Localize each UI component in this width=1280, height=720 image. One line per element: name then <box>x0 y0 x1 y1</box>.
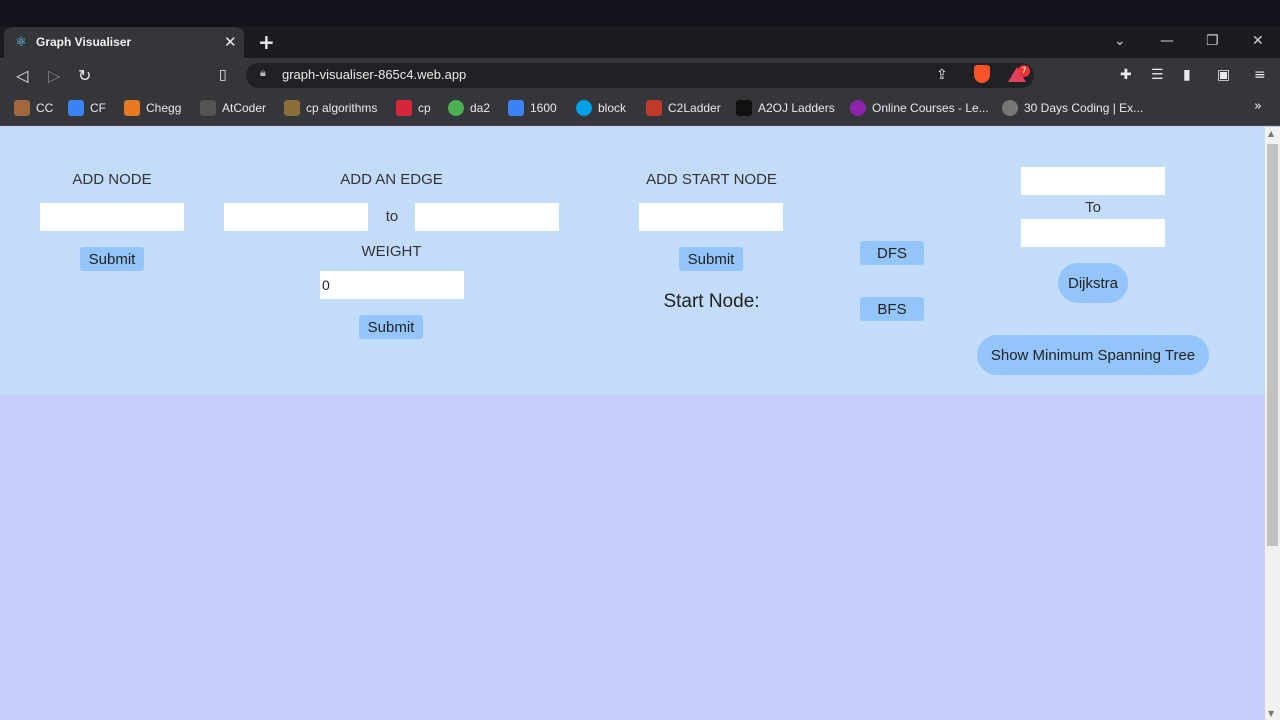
add-edge-title: ADD AN EDGE <box>340 171 443 188</box>
more-bookmarks-icon[interactable]: » <box>1254 99 1262 114</box>
bookmark-block[interactable]: block <box>576 99 626 117</box>
brave-shields-icon[interactable] <box>974 65 990 83</box>
add-start-node-title: ADD START NODE <box>646 171 777 188</box>
add-node-title: ADD NODE <box>72 171 152 188</box>
bookmark-da2[interactable]: da2 <box>448 99 490 117</box>
edge-to-input[interactable] <box>415 203 559 231</box>
frog-icon <box>448 100 464 116</box>
restore-icon[interactable]: ❐ <box>1206 33 1219 49</box>
path-from-input[interactable] <box>1021 167 1165 195</box>
share-icon[interactable]: ⇪ <box>936 67 948 83</box>
reload-icon[interactable]: ↻ <box>78 66 91 85</box>
cp-algorithms-icon <box>284 100 300 116</box>
close-window-icon[interactable]: ✕ <box>1252 33 1264 49</box>
extensions-icon[interactable]: ✚ <box>1120 67 1132 83</box>
bookmark-cf[interactable]: CF <box>68 99 106 117</box>
add-node-submit-button[interactable]: Submit <box>80 247 144 271</box>
bookmark-30-days-coding[interactable]: 30 Days Coding | Ex... <box>1002 99 1143 117</box>
bookmark-cp-algorithms[interactable]: cp algorithms <box>284 99 377 117</box>
atcoder-icon <box>200 100 216 116</box>
rewards-badge: 7 <box>1018 65 1030 77</box>
cc-icon <box>14 100 30 116</box>
codeforces-icon <box>68 100 84 116</box>
bookmark-a2oj[interactable]: A2OJ Ladders <box>736 99 835 117</box>
edge-from-input[interactable] <box>224 203 368 231</box>
globe-icon <box>1002 100 1018 116</box>
sidebar-icon[interactable]: ▮ <box>1183 67 1191 83</box>
url-text[interactable]: graph-visualiser-865c4.web.app <box>282 67 466 82</box>
tuf-icon <box>396 100 412 116</box>
menu-icon[interactable]: ≡ <box>1254 67 1266 83</box>
add-edge-submit-button[interactable]: Submit <box>359 315 423 339</box>
bookmark-icon[interactable]: ▯ <box>219 67 227 83</box>
react-icon: ⚛ <box>15 35 27 50</box>
weight-label: WEIGHT <box>361 243 422 260</box>
bookmark-1600[interactable]: 1600 <box>508 99 557 117</box>
back-icon[interactable]: ◁ <box>16 66 28 85</box>
weight-input[interactable] <box>320 271 464 299</box>
new-tab-icon[interactable]: + <box>258 30 275 54</box>
forward-icon[interactable]: ▷ <box>48 66 60 85</box>
bar-chart-icon <box>508 100 524 116</box>
bookmark-chegg[interactable]: Chegg <box>124 99 181 117</box>
tab-title: Graph Visualiser <box>36 35 132 49</box>
start-node-display: Start Node: <box>663 291 760 312</box>
a2oj-icon <box>736 100 752 116</box>
scroll-up-icon[interactable]: ▲ <box>1268 129 1274 138</box>
close-tab-icon[interactable]: ✕ <box>224 33 237 51</box>
bookmark-c2ladder[interactable]: C2Ladder <box>646 99 721 117</box>
scroll-down-icon[interactable]: ▼ <box>1268 709 1274 718</box>
udemy-icon <box>850 100 866 116</box>
path-to-input[interactable] <box>1021 219 1165 247</box>
bfs-button[interactable]: BFS <box>860 297 924 321</box>
playlist-icon[interactable]: ☰ <box>1151 67 1164 83</box>
dfs-button[interactable]: DFS <box>860 241 924 265</box>
chegg-icon <box>124 100 140 116</box>
lock-icon[interactable]: 🔒︎ <box>260 66 266 80</box>
block-icon <box>576 100 592 116</box>
path-to-label: To <box>1085 199 1101 216</box>
bookmark-atcoder[interactable]: AtCoder <box>200 99 266 117</box>
edge-to-label: to <box>385 208 399 225</box>
minimize-icon[interactable]: — <box>1160 33 1174 49</box>
add-node-input[interactable] <box>40 203 184 231</box>
wallet-icon[interactable]: ▣ <box>1217 67 1230 83</box>
bookmark-cp[interactable]: cp <box>396 99 431 117</box>
start-node-input[interactable] <box>639 203 783 231</box>
dijkstra-button[interactable]: Dijkstra <box>1058 263 1128 303</box>
ladder-icon <box>646 100 662 116</box>
window-titlebar <box>0 0 1280 27</box>
bookmark-cc[interactable]: CC <box>14 99 53 117</box>
mst-button[interactable]: Show Minimum Spanning Tree <box>977 335 1209 375</box>
start-node-submit-button[interactable]: Submit <box>679 247 743 271</box>
scrollbar-thumb[interactable] <box>1267 144 1278 546</box>
tab-search-icon[interactable]: ⌄ <box>1114 33 1126 49</box>
bookmark-online-courses[interactable]: Online Courses - Le... <box>850 99 989 117</box>
